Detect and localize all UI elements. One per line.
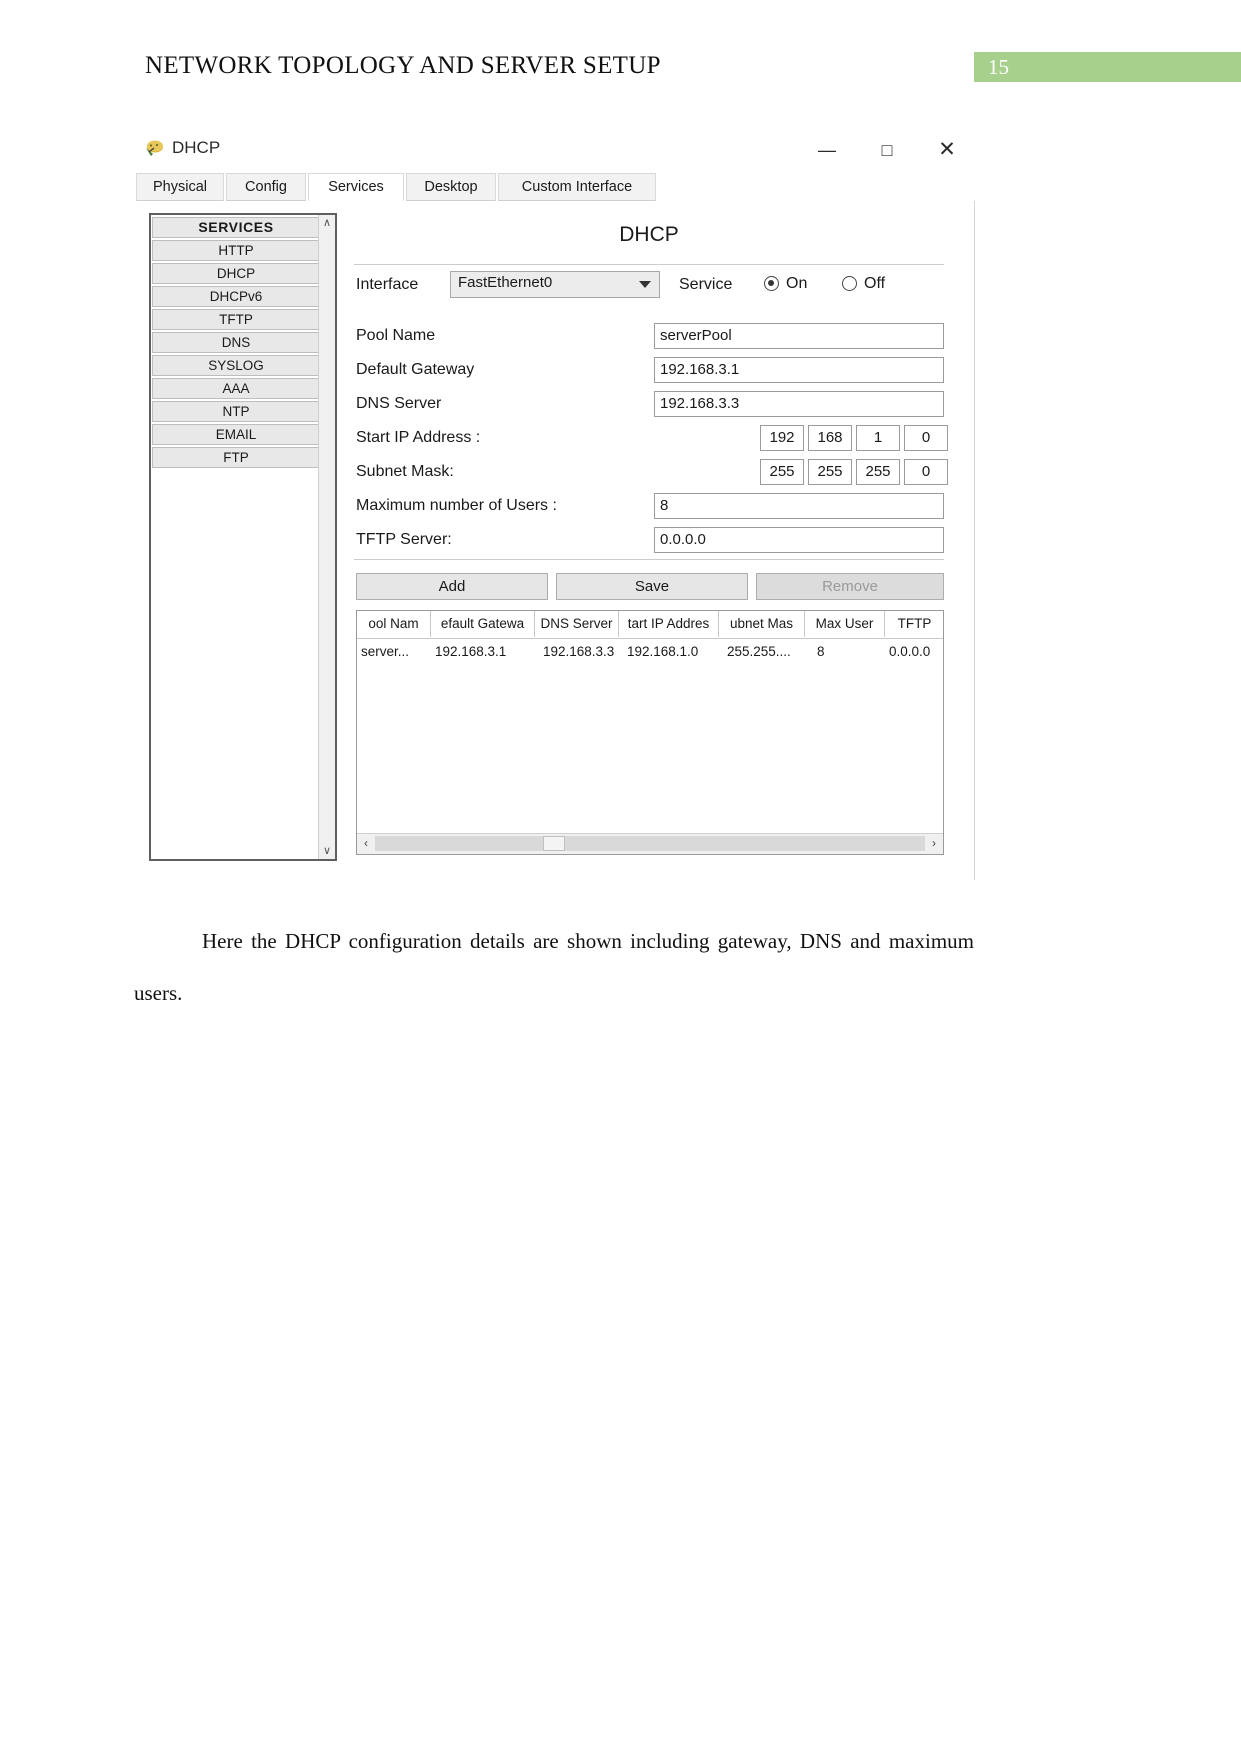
- dhcp-config-panel: DHCP Interface FastEthernet0 Service On …: [354, 213, 948, 861]
- remove-button: Remove: [756, 573, 944, 600]
- cell-tftp: 0.0.0.0: [889, 644, 931, 659]
- service-on-label: On: [786, 275, 808, 292]
- services-list: SERVICES HTTP DHCP DHCPv6 TFTP DNS SYSLO…: [151, 215, 321, 468]
- tab-config[interactable]: Config: [226, 173, 306, 201]
- tab-custom-interface[interactable]: Custom Interface: [498, 173, 656, 201]
- dhcp-pool-table: ool Nam efault Gatewa DNS Server tart IP…: [356, 610, 944, 855]
- column-header-default-gateway[interactable]: efault Gatewa: [431, 611, 535, 637]
- sidebar-scrollbar[interactable]: ∧ ∨: [318, 215, 335, 859]
- cell-subnet-mask: 255.255....: [727, 644, 791, 659]
- sidebar-item-tftp[interactable]: TFTP: [152, 309, 320, 330]
- subnet-mask-octet-3[interactable]: 255: [856, 459, 900, 485]
- window-titlebar: DHCP — □ ✕: [134, 128, 974, 173]
- page-title: NETWORK TOPOLOGY AND SERVER SETUP: [145, 52, 661, 79]
- interface-label: Interface: [356, 276, 419, 293]
- tab-bar: Physical Config Services Desktop Custom …: [134, 173, 974, 202]
- column-header-tftp[interactable]: TFTP: [885, 611, 943, 637]
- cell-dns-server: 192.168.3.3: [543, 644, 615, 659]
- tftp-server-label: TFTP Server:: [356, 531, 452, 548]
- subnet-mask-label: Subnet Mask:: [356, 463, 454, 480]
- sidebar-item-http[interactable]: HTTP: [152, 240, 320, 261]
- cell-max-user: 8: [817, 644, 825, 659]
- close-icon[interactable]: ✕: [926, 136, 968, 164]
- dns-server-label: DNS Server: [356, 395, 442, 412]
- sidebar-item-syslog[interactable]: SYSLOG: [152, 355, 320, 376]
- panel-title: DHCP: [619, 223, 679, 246]
- scrollbar-thumb[interactable]: [543, 836, 565, 851]
- subnet-mask-octet-4[interactable]: 0: [904, 459, 948, 485]
- dhcp-server-window: DHCP — □ ✕ Physical Config Services Desk…: [134, 128, 975, 880]
- figure-caption: Here the DHCP configuration details are …: [134, 929, 974, 1005]
- minimize-icon[interactable]: —: [806, 136, 848, 164]
- scroll-up-icon[interactable]: ∧: [319, 215, 335, 231]
- page-number-badge: 15: [974, 52, 1241, 82]
- window-title: DHCP: [172, 138, 221, 157]
- tab-services[interactable]: Services: [308, 173, 404, 201]
- document-header: NETWORK TOPOLOGY AND SERVER SETUP 15: [0, 0, 1241, 110]
- tftp-server-input[interactable]: 0.0.0.0: [654, 527, 944, 553]
- packet-tracer-server-icon: [146, 140, 163, 156]
- sidebar-item-dns[interactable]: DNS: [152, 332, 320, 353]
- table-row[interactable]: server... 192.168.3.1 192.168.3.3 192.16…: [357, 639, 943, 666]
- start-ip-octet-4[interactable]: 0: [904, 425, 948, 451]
- cell-pool-name: server...: [361, 644, 410, 659]
- sidebar-item-dhcpv6[interactable]: DHCPv6: [152, 286, 320, 307]
- window-body: SERVICES HTTP DHCP DHCPv6 TFTP DNS SYSLO…: [134, 201, 975, 880]
- save-button[interactable]: Save: [556, 573, 748, 600]
- column-header-dns-server[interactable]: DNS Server: [535, 611, 619, 637]
- tab-desktop[interactable]: Desktop: [406, 173, 496, 201]
- subnet-mask-octet-1[interactable]: 255: [760, 459, 804, 485]
- sidebar-item-email[interactable]: EMAIL: [152, 424, 320, 445]
- pool-name-label: Pool Name: [356, 327, 436, 344]
- scrollbar-track[interactable]: [375, 836, 925, 851]
- service-on-radio[interactable]: [764, 276, 779, 291]
- sidebar-item-ntp[interactable]: NTP: [152, 401, 320, 422]
- scroll-left-icon[interactable]: ‹: [357, 834, 375, 853]
- pool-name-input[interactable]: serverPool: [654, 323, 944, 349]
- tab-physical[interactable]: Physical: [136, 173, 224, 201]
- column-header-start-ip[interactable]: tart IP Addres: [619, 611, 719, 637]
- divider-top: [354, 264, 944, 265]
- divider-middle: [354, 559, 944, 560]
- sidebar-item-dhcp[interactable]: DHCP: [152, 263, 320, 284]
- sidebar-item-aaa[interactable]: AAA: [152, 378, 320, 399]
- column-header-max-user[interactable]: Max User: [805, 611, 885, 637]
- services-list-header: SERVICES: [152, 217, 320, 238]
- default-gateway-label: Default Gateway: [356, 361, 475, 378]
- page-number-text: 15: [988, 55, 1009, 79]
- default-gateway-input[interactable]: 192.168.3.1: [654, 357, 944, 383]
- maximize-icon[interactable]: □: [866, 136, 908, 164]
- cell-default-gateway: 192.168.3.1: [435, 644, 507, 659]
- service-off-label: Off: [864, 275, 886, 292]
- start-ip-octet-1[interactable]: 192: [760, 425, 804, 451]
- subnet-mask-octet-2[interactable]: 255: [808, 459, 852, 485]
- scroll-down-icon[interactable]: ∨: [319, 843, 335, 859]
- interface-dropdown[interactable]: FastEthernet0: [450, 271, 660, 298]
- sidebar-item-ftp[interactable]: FTP: [152, 447, 320, 468]
- column-header-pool-name[interactable]: ool Nam: [357, 611, 431, 637]
- dns-server-input[interactable]: 192.168.3.3: [654, 391, 944, 417]
- start-ip-octet-3[interactable]: 1: [856, 425, 900, 451]
- service-off-radio[interactable]: [842, 276, 857, 291]
- column-header-subnet-mask[interactable]: ubnet Mas: [719, 611, 805, 637]
- chevron-down-icon: [639, 281, 651, 288]
- interface-value: FastEthernet0: [458, 274, 553, 291]
- add-button[interactable]: Add: [356, 573, 548, 600]
- start-ip-label: Start IP Address :: [356, 429, 481, 446]
- services-sidebar: SERVICES HTTP DHCP DHCPv6 TFTP DNS SYSLO…: [149, 213, 337, 861]
- max-users-input[interactable]: 8: [654, 493, 944, 519]
- table-horizontal-scrollbar[interactable]: ‹ ›: [357, 833, 943, 854]
- scroll-right-icon[interactable]: ›: [925, 834, 943, 853]
- start-ip-octet-2[interactable]: 168: [808, 425, 852, 451]
- table-header-row: ool Nam efault Gatewa DNS Server tart IP…: [357, 611, 943, 639]
- service-label: Service: [679, 276, 733, 293]
- max-users-label: Maximum number of Users :: [356, 497, 557, 514]
- cell-start-ip: 192.168.1.0: [627, 644, 699, 659]
